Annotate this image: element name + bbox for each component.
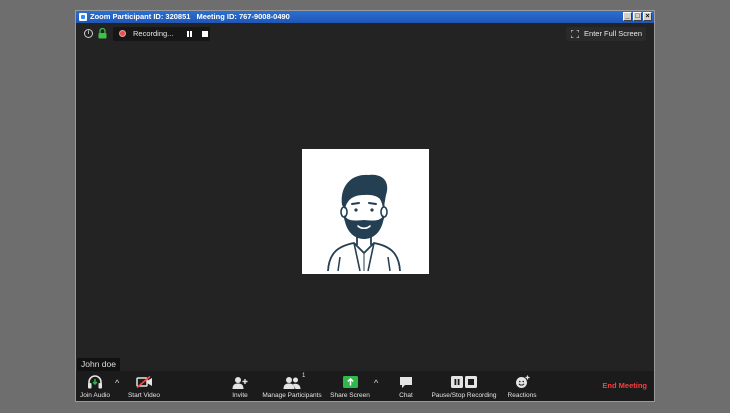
meeting-id: Meeting ID: 767-9008-0490	[196, 12, 290, 21]
video-off-icon	[135, 376, 152, 388]
stop-recording-icon[interactable]	[202, 31, 208, 37]
enter-full-screen-button[interactable]: Enter Full Screen	[566, 27, 646, 41]
zoom-window: Zoom Participant ID: 320851 Meeting ID: 7…	[75, 10, 655, 402]
share-options-chevron-up-icon[interactable]: ^	[374, 378, 378, 388]
add-user-icon	[232, 376, 248, 389]
start-video-label: Start Video	[127, 392, 161, 399]
lock-icon[interactable]	[98, 28, 107, 39]
pause-recording-icon[interactable]	[187, 31, 192, 37]
close-button[interactable]: ×	[643, 12, 652, 21]
participant-avatar	[302, 149, 429, 274]
minimize-button[interactable]: _	[623, 12, 632, 21]
title-bar[interactable]: Zoom Participant ID: 320851 Meeting ID: 7…	[76, 11, 654, 23]
info-icon[interactable]: i	[84, 29, 93, 38]
invite-label: Invite	[232, 392, 248, 399]
recording-indicator: Recording...	[113, 27, 210, 41]
recording-label: Recording...	[133, 29, 174, 38]
join-audio-label: Join Audio	[80, 392, 110, 399]
participant-name-label: John doe	[77, 358, 120, 371]
chat-icon	[400, 376, 412, 388]
pause-stop-recording-button[interactable]: Pause/Stop Recording	[431, 371, 497, 401]
manage-participants-label: Manage Participants	[262, 392, 322, 399]
chat-button[interactable]: Chat	[392, 371, 420, 401]
recording-dot-icon	[119, 30, 126, 37]
meeting-toolbar: Join Audio ^ Start Video Invite Manage P…	[76, 371, 654, 401]
avatar-illustration	[327, 174, 401, 272]
participants-icon	[283, 376, 301, 389]
fullscreen-label: Enter Full Screen	[584, 29, 642, 38]
participant-id: Zoom Participant ID: 320851	[90, 12, 191, 21]
window-title: Zoom Participant ID: 320851 Meeting ID: 7…	[90, 11, 296, 23]
participant-count-badge: 1	[302, 373, 306, 379]
manage-participants-button[interactable]: Manage Participants	[260, 371, 324, 401]
start-video-button[interactable]: Start Video	[126, 371, 162, 401]
meeting-top-bar: i Recording... Enter Full Screen	[82, 26, 648, 42]
join-audio-button[interactable]: Join Audio	[78, 371, 112, 401]
reactions-label: Reactions	[507, 392, 537, 399]
fullscreen-icon	[571, 30, 580, 38]
end-meeting-button[interactable]: End Meeting	[602, 381, 647, 390]
reactions-button[interactable]: Reactions	[504, 371, 540, 401]
share-screen-button[interactable]: Share Screen	[330, 371, 370, 401]
maximize-button[interactable]: □	[633, 12, 642, 21]
invite-button[interactable]: Invite	[226, 371, 254, 401]
reactions-icon	[515, 375, 529, 388]
share-screen-label: Share Screen	[330, 392, 370, 399]
share-screen-icon	[342, 376, 358, 388]
zoom-logo-icon	[79, 13, 87, 21]
pause-stop-recording-icon	[451, 376, 477, 388]
headphones-icon	[88, 375, 102, 389]
pause-stop-recording-label: Pause/Stop Recording	[431, 392, 497, 399]
chat-label: Chat	[399, 392, 413, 399]
audio-options-chevron-up-icon[interactable]: ^	[115, 378, 119, 388]
